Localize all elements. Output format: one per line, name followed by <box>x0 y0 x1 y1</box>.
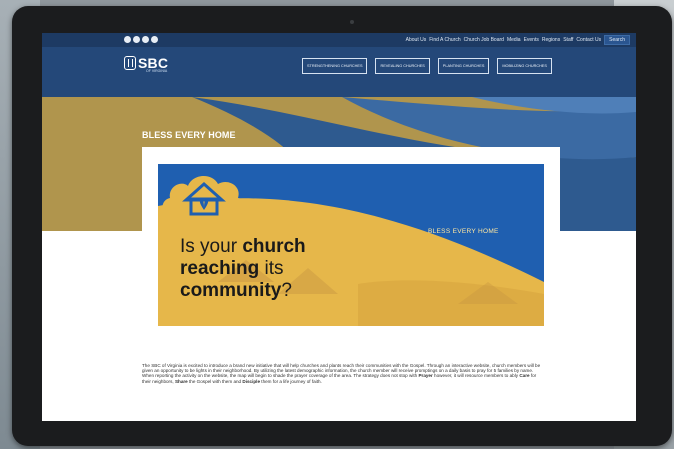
site-header: SBC OF VIRGINIA STRENGTHENING CHURCHES R… <box>42 47 636 97</box>
camera-dot <box>350 20 354 24</box>
twitter-icon[interactable] <box>133 36 140 43</box>
body-paragraph: The SBC of Virginia is excited to introd… <box>142 363 541 384</box>
emphasis-disciple: Disciple <box>242 378 261 384</box>
nav-button-planting[interactable]: PLANTING CHURCHES <box>437 58 490 74</box>
hero-title: BLESS EVERY HOME <box>142 130 236 140</box>
facebook-icon[interactable] <box>124 36 131 43</box>
nav-link-find-a-church[interactable]: Find A Church <box>429 37 460 43</box>
youtube-icon[interactable] <box>151 36 158 43</box>
headline-text: Is your <box>180 236 243 257</box>
nav-button-mobilizing[interactable]: MOBILIZING CHURCHES <box>497 58 552 74</box>
bless-every-home-icon <box>162 175 246 216</box>
banner-headline: Is your church reaching its community? <box>180 236 306 302</box>
headline-bold: church <box>242 236 306 257</box>
nav-link-regions[interactable]: Regions <box>542 37 560 43</box>
nav-link-media[interactable]: Media <box>507 37 521 43</box>
logo-subtext: OF VIRGINIA <box>146 69 168 73</box>
instagram-icon[interactable] <box>142 36 149 43</box>
social-icons <box>124 36 158 43</box>
headline-bold: community <box>180 280 282 301</box>
website-screen: About Us Find A Church Church Job Board … <box>42 33 636 421</box>
search-button[interactable]: Search <box>604 35 630 45</box>
emphasis-care: Care <box>519 373 530 379</box>
headline-text: its <box>259 258 284 279</box>
nav-link-church-job-board[interactable]: Church Job Board <box>464 37 504 43</box>
nav-button-strengthening[interactable]: STRENGTHENING CHURCHES <box>302 58 368 74</box>
nav-link-contact-us[interactable]: Contact Us <box>576 37 601 43</box>
nav-button-revealing[interactable]: REVEALING CHURCHES <box>375 58 430 74</box>
bless-every-home-banner: BLESS EVERY HOME Is your church reaching… <box>158 164 544 326</box>
emphasis-prayer: Prayer <box>418 373 433 379</box>
logo-mark-icon <box>124 56 136 70</box>
emphasis-share: Share <box>174 378 188 384</box>
top-bar: About Us Find A Church Church Job Board … <box>42 33 636 47</box>
nav-link-staff[interactable]: Staff <box>563 37 573 43</box>
headline-bold: reaching <box>180 258 260 279</box>
nav-link-about-us[interactable]: About Us <box>406 37 427 43</box>
main-nav: STRENGTHENING CHURCHES REVEALING CHURCHE… <box>302 58 552 74</box>
nav-link-events[interactable]: Events <box>524 37 539 43</box>
bless-every-home-wordmark: BLESS EVERY HOME <box>428 228 499 235</box>
headline-text: ? <box>281 280 292 301</box>
content-card: BLESS EVERY HOME Is your church reaching… <box>142 147 560 357</box>
top-nav: About Us Find A Church Church Job Board … <box>406 35 630 45</box>
